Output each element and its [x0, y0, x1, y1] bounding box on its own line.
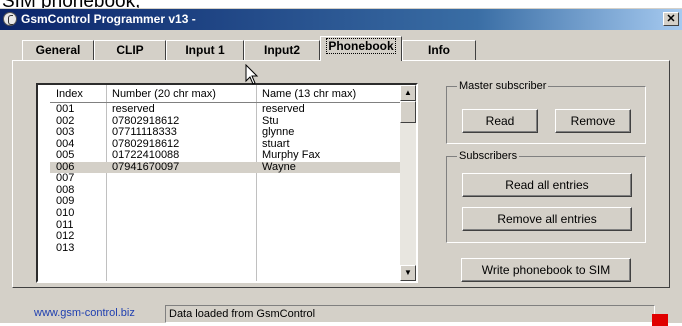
cell-index: 003 — [56, 126, 75, 139]
table-row[interactable]: 002 07802918612 Stu — [50, 114, 402, 127]
cell-name: Wayne — [262, 160, 296, 173]
table-row[interactable]: 003 07711118333 glynne — [50, 127, 402, 138]
cell-name: Stu — [262, 114, 279, 127]
subscribers-label: Subscribers — [457, 150, 520, 162]
cell-number: 07802918612 — [112, 137, 180, 150]
table-row[interactable]: 004 07802918612 stuart — [50, 137, 402, 150]
tab-info[interactable]: Info — [402, 40, 476, 60]
cell-number: 07941670097 — [112, 160, 180, 173]
table-row[interactable]: 011 — [50, 218, 402, 231]
read-all-entries-button[interactable]: Read all entries — [462, 173, 632, 197]
cell-index: 013 — [56, 241, 75, 254]
cell-index: 011 — [56, 218, 74, 231]
status-bar: www.gsm-control.biz Data loaded from Gsm… — [12, 305, 682, 325]
cell-index: 006 — [56, 160, 75, 173]
cell-number: 07802918612 — [112, 114, 180, 127]
cell-number: 07711118333 — [112, 126, 177, 139]
mouse-cursor-icon — [245, 64, 259, 85]
phonebook-list[interactable]: Index Number (20 chr max) Name (13 chr m… — [36, 83, 418, 283]
cell-index: 004 — [56, 137, 75, 150]
header-divider — [50, 102, 402, 103]
tab-general[interactable]: General — [22, 40, 94, 60]
cell-name: Murphy Fax — [262, 149, 321, 162]
up-arrow-icon: ▲ — [404, 88, 412, 97]
cell-index: 007 — [56, 172, 75, 185]
subscribers-group: Subscribers Read all entries Remove all … — [446, 150, 646, 243]
close-button[interactable]: ✕ — [663, 12, 679, 26]
tab-input1[interactable]: Input 1 — [166, 40, 244, 60]
table-row[interactable]: 009 — [50, 196, 402, 207]
status-message: Data loaded from GsmControl — [165, 305, 655, 323]
cell-index: 001 — [56, 103, 75, 115]
table-row[interactable]: 012 — [50, 231, 402, 242]
table-row[interactable]: 013 — [50, 241, 402, 254]
remove-all-entries-button[interactable]: Remove all entries — [462, 207, 632, 231]
cell-index: 005 — [56, 149, 75, 162]
app-window: GsmControl Programmer v13 - ✕ General CL… — [0, 8, 682, 326]
website-link[interactable]: www.gsm-control.biz — [34, 307, 135, 319]
table-row[interactable]: 006 07941670097 Wayne — [50, 160, 402, 173]
cell-name: glynne — [262, 126, 295, 139]
cell-name: stuart — [262, 137, 290, 150]
app-icon — [3, 12, 17, 26]
scroll-thumb[interactable] — [400, 101, 416, 123]
column-header-index[interactable]: Index — [56, 87, 83, 101]
tab-phonebook[interactable]: Phonebook — [320, 36, 402, 61]
tab-clip[interactable]: CLIP — [94, 40, 166, 60]
cell-index: 009 — [56, 195, 75, 208]
close-icon: ✕ — [666, 13, 676, 25]
read-button[interactable]: Read — [462, 109, 538, 133]
remove-button[interactable]: Remove — [555, 109, 631, 133]
table-row[interactable]: 008 — [50, 183, 402, 196]
tab-input2[interactable]: Input2 — [244, 40, 320, 60]
cell-number: 01722410088 — [112, 149, 180, 162]
column-header-number[interactable]: Number (20 chr max) — [112, 87, 216, 101]
table-row[interactable]: 001 reserved reserved — [50, 104, 402, 115]
cell-index: 002 — [56, 114, 75, 127]
down-arrow-icon: ▼ — [404, 268, 412, 277]
title-bar[interactable]: GsmControl Programmer v13 - ✕ — [0, 9, 682, 30]
cell-name: reserved — [262, 103, 305, 115]
table-row[interactable]: 007 — [50, 173, 402, 184]
cell-number: reserved — [112, 103, 155, 115]
column-header-name[interactable]: Name (13 chr max) — [262, 87, 356, 101]
cell-index: 012 — [56, 230, 75, 243]
scroll-up-button[interactable]: ▲ — [400, 85, 416, 101]
status-indicator — [652, 314, 668, 326]
table-row[interactable]: 010 — [50, 206, 402, 219]
window-title: GsmControl Programmer v13 - — [21, 12, 196, 26]
list-scrollbar[interactable]: ▲ ▼ — [400, 85, 416, 281]
write-phonebook-button[interactable]: Write phonebook to SIM — [461, 258, 631, 282]
cell-index: 010 — [56, 206, 75, 219]
master-subscriber-label: Master subscriber — [457, 80, 549, 92]
table-row[interactable]: 005 01722410088 Murphy Fax — [50, 150, 402, 161]
cell-index: 008 — [56, 183, 75, 196]
scroll-down-button[interactable]: ▼ — [400, 265, 416, 281]
master-subscriber-group: Master subscriber Read Remove — [446, 80, 646, 144]
